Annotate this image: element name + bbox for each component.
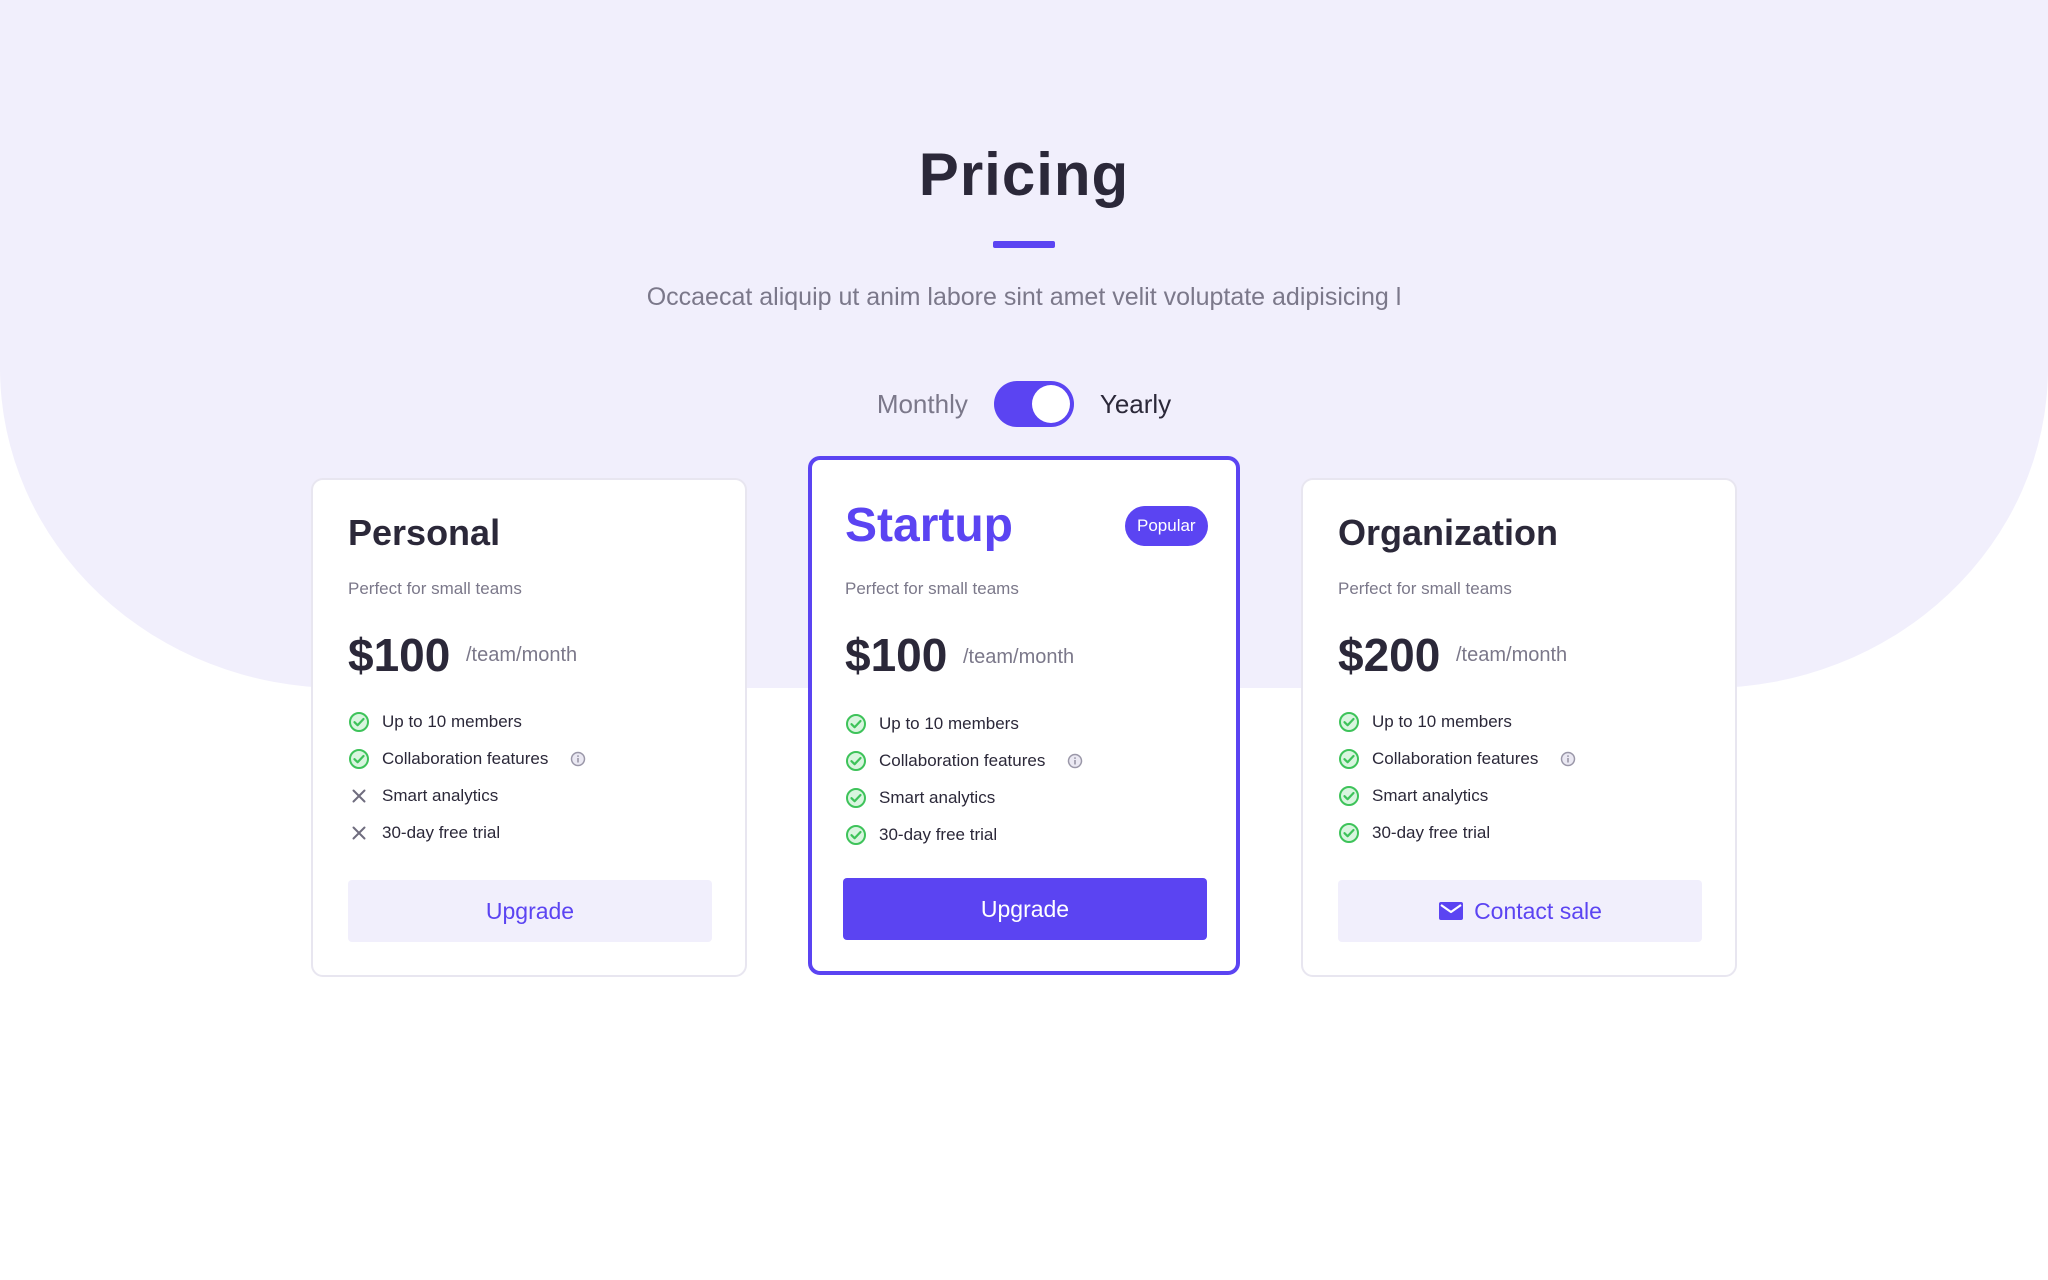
plan-price-unit: /team/month (466, 644, 578, 666)
feature-label: 30-day free trial (879, 824, 998, 844)
feature-label: Up to 10 members (382, 711, 522, 731)
plan-price: $100 (348, 629, 451, 681)
button-label: Upgrade (485, 897, 575, 924)
check-circle-icon (1338, 711, 1360, 733)
page-subtitle: Occaecat aliquip ut anim labore sint ame… (646, 283, 1402, 311)
page-title: Pricing (918, 141, 1130, 208)
check-circle-icon (1338, 822, 1360, 844)
check-circle-icon (348, 711, 370, 733)
upgrade-button[interactable]: Upgrade (348, 880, 712, 942)
feature-item: Collaboration features (1338, 740, 1576, 777)
info-icon[interactable] (570, 751, 586, 767)
feature-label: 30-day free trial (1372, 822, 1491, 842)
feature-item: Up to 10 members (845, 705, 1083, 742)
title-underline (993, 241, 1055, 248)
feature-item: 30-day free trial (348, 814, 586, 851)
feature-label: Collaboration features (1372, 748, 1539, 768)
upgrade-button[interactable]: Upgrade (843, 878, 1207, 940)
info-icon[interactable] (1067, 753, 1083, 769)
check-circle-icon (1338, 748, 1360, 770)
feature-item: Smart analytics (1338, 777, 1576, 814)
plan-name: Organization (1338, 512, 1559, 553)
plan-card-organization: Organization Perfect for small teams $20… (1301, 478, 1737, 977)
feature-label: Collaboration features (382, 748, 549, 768)
contact-sale-button[interactable]: Contact sale (1338, 880, 1702, 942)
feature-item: 30-day free trial (1338, 814, 1576, 851)
feature-item: Up to 10 members (348, 703, 586, 740)
plan-price-unit: /team/month (1456, 644, 1568, 666)
feature-list: Up to 10 members Collaboration features … (1338, 703, 1576, 851)
feature-label: 30-day free trial (382, 822, 501, 842)
plan-name: Startup (845, 499, 1013, 552)
billing-yearly-label[interactable]: Yearly (1100, 389, 1171, 420)
feature-item: 30-day free trial (845, 816, 1083, 853)
feature-item: Collaboration features (348, 740, 586, 777)
feature-label: Collaboration features (879, 750, 1046, 770)
mail-icon (1438, 901, 1464, 921)
plan-price: $100 (845, 629, 948, 681)
plan-description: Perfect for small teams (348, 579, 522, 598)
x-icon (348, 785, 370, 807)
feature-label: Up to 10 members (879, 713, 1019, 733)
billing-monthly-label[interactable]: Monthly (877, 389, 968, 420)
toggle-knob[interactable] (1031, 385, 1070, 423)
plan-price: $200 (1338, 629, 1441, 681)
check-circle-icon (845, 787, 867, 809)
x-icon (348, 822, 370, 844)
feature-label: Smart analytics (1372, 785, 1489, 805)
billing-toggle[interactable] (993, 381, 1074, 427)
feature-item: Smart analytics (348, 777, 586, 814)
feature-item: Up to 10 members (1338, 703, 1576, 740)
plan-card-personal: Personal Perfect for small teams $100 /t… (311, 478, 747, 977)
feature-list: Up to 10 members Collaboration features … (348, 703, 586, 851)
button-label: Upgrade (980, 895, 1070, 922)
plan-card-startup: Startup Popular Perfect for small teams … (808, 456, 1240, 975)
feature-label: Smart analytics (879, 787, 996, 807)
plan-price-unit: /team/month (963, 646, 1075, 668)
feature-label: Smart analytics (382, 785, 499, 805)
plan-description: Perfect for small teams (845, 579, 1019, 598)
plan-description: Perfect for small teams (1338, 579, 1512, 598)
plan-name: Personal (348, 512, 501, 553)
feature-list: Up to 10 members Collaboration features … (845, 705, 1083, 853)
billing-period-switcher: Monthly Yearly (0, 380, 2048, 428)
check-circle-icon (348, 748, 370, 770)
feature-item: Collaboration features (845, 742, 1083, 779)
button-label: Contact sale (1474, 897, 1602, 924)
check-circle-icon (1338, 785, 1360, 807)
check-circle-icon (845, 824, 867, 846)
popular-badge: Popular (1125, 506, 1208, 546)
check-circle-icon (845, 713, 867, 735)
info-icon[interactable] (1560, 751, 1576, 767)
feature-label: Up to 10 members (1372, 711, 1512, 731)
check-circle-icon (845, 750, 867, 772)
feature-item: Smart analytics (845, 779, 1083, 816)
